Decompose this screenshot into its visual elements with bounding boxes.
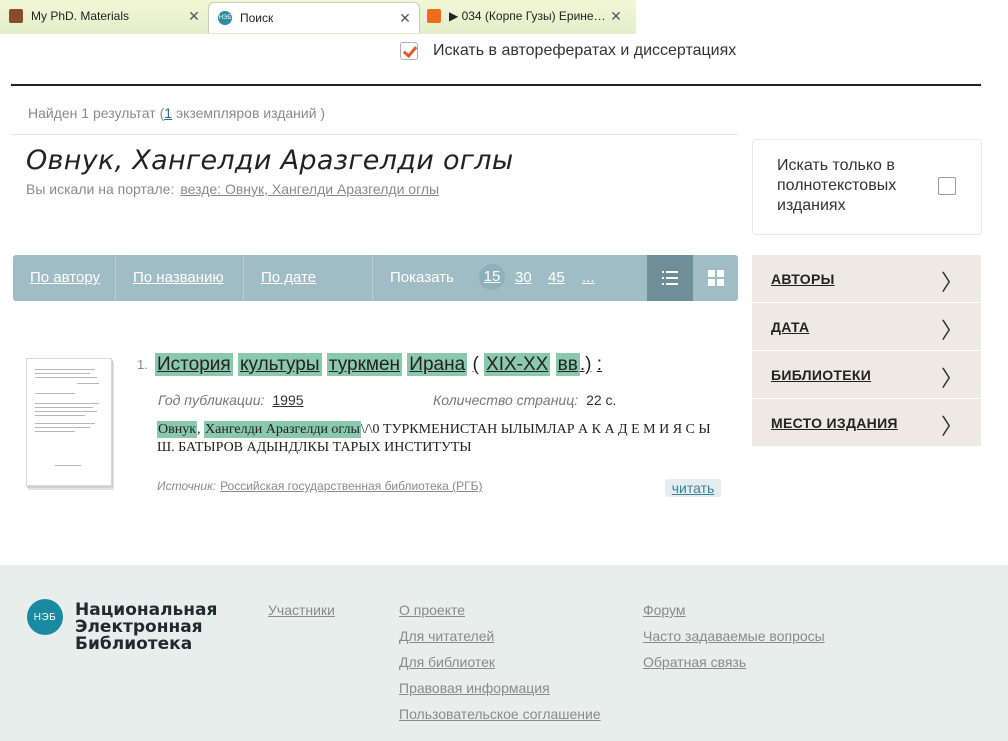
neb-logo-icon[interactable]: НЭБ (27, 599, 63, 635)
page-size-more[interactable]: ... (582, 269, 595, 286)
browser-tab-strip: My PhD. Materials ✕ НЭБ Поиск ✕ ▶ 034 (К… (0, 0, 1008, 34)
footer-link-feedback[interactable]: Обратная связь (643, 654, 825, 671)
browser-tab-phd-materials[interactable]: My PhD. Materials ✕ (0, 3, 208, 29)
searched-label: Вы искали на портале: (26, 181, 175, 197)
page-size-15[interactable]: 15 (479, 264, 505, 290)
tab-label: Поиск (240, 11, 274, 25)
year-label: Год публикации: (158, 392, 265, 408)
chevron-right-icon: 〉 (940, 271, 963, 296)
facet-label[interactable]: БИБЛИОТЕКИ (771, 367, 871, 383)
pages-value: 22 с. (586, 392, 617, 408)
author-highlight: Хангелди Аразгелди оглы (204, 421, 361, 438)
result-source: Источник: Российская государственная библ… (157, 479, 483, 493)
results-summary: Найден 1 результат (1 экземпляров издани… (28, 105, 326, 121)
footer-column-2: О проекте Для читателей Для библиотек Пр… (399, 602, 601, 732)
facet-libraries[interactable]: БИБЛИОТЕКИ 〉 (752, 351, 981, 399)
pages-label: Количество страниц: (433, 392, 579, 408)
read-button[interactable]: читать (665, 479, 721, 497)
year-link[interactable]: 1995 (272, 392, 303, 408)
fulltext-filter: Искать только в полнотекстовых изданиях (752, 139, 982, 235)
facet-date[interactable]: ДАТА 〉 (752, 303, 981, 351)
site-footer: НЭБ Национальная Электронная Библиотека … (0, 565, 1008, 741)
browser-tab-search[interactable]: НЭБ Поиск ✕ (208, 2, 420, 33)
footer-link-forum[interactable]: Форум (643, 602, 825, 619)
footer-column-1: Участники (268, 602, 335, 628)
abstracts-checkbox[interactable] (400, 42, 418, 60)
page-size-label: Показать (390, 269, 454, 286)
soundcloud-icon (427, 9, 441, 23)
browser-tab-soundcloud[interactable]: ▶ 034 (Корпе Гузы) Ерине… ✕ (418, 3, 630, 29)
fulltext-label[interactable]: Искать только в полнотекстовых изданиях (777, 156, 927, 216)
grid-view-icon (708, 270, 724, 286)
footer-link-participants[interactable]: Участники (268, 602, 335, 619)
facet-label[interactable]: МЕСТО ИЗДАНИЯ (771, 415, 898, 431)
footer-column-3: Форум Часто задаваемые вопросы Обратная … (643, 602, 825, 680)
facet-label[interactable]: АВТОРЫ (771, 271, 835, 287)
abstracts-option[interactable]: Искать в авторефератах и диссертациях (400, 42, 736, 60)
result-number: 1. (137, 357, 148, 372)
list-view-button[interactable] (647, 255, 693, 301)
page-size-30[interactable]: 30 (515, 269, 532, 286)
chevron-right-icon: 〉 (940, 415, 963, 440)
source-label: Источник: (157, 479, 217, 493)
source-link[interactable]: Российская государственная библиотека (Р… (220, 479, 482, 493)
footer-link-readers[interactable]: Для читателей (399, 628, 601, 645)
footer-link-legal[interactable]: Правовая информация (399, 680, 601, 697)
author-highlight: Овнук (157, 421, 198, 438)
chevron-right-icon: 〉 (940, 319, 963, 344)
page-count: Количество страниц: 22 с. (433, 392, 616, 408)
abstracts-label[interactable]: Искать в авторефератах и диссертациях (433, 42, 736, 60)
page-size-45[interactable]: 45 (548, 269, 565, 286)
publication-year: Год публикации: 1995 (158, 392, 304, 408)
bookmark-icon (9, 9, 23, 23)
close-icon[interactable]: ✕ (397, 10, 413, 27)
divider (243, 255, 244, 301)
sort-by-title[interactable]: По названию (133, 269, 224, 286)
fulltext-checkbox[interactable] (938, 177, 956, 195)
footer-link-libraries[interactable]: Для библиотек (399, 654, 601, 671)
tab-label: My PhD. Materials (31, 9, 130, 23)
divider (11, 84, 981, 86)
searched-info: Вы искали на портале: везде: Овнук, Ханге… (26, 181, 439, 197)
footer-link-about[interactable]: О проекте (399, 602, 601, 619)
footer-link-faq[interactable]: Часто задаваемые вопросы (643, 628, 825, 645)
sort-toolbar: По автору По названию По дате Показать 1… (13, 255, 738, 301)
divider (372, 255, 373, 301)
tab-label: ▶ 034 (Корпе Гузы) Ерине… (449, 9, 606, 23)
facet-label[interactable]: ДАТА (771, 319, 809, 335)
neb-icon: НЭБ (218, 11, 232, 25)
facet-publication-place[interactable]: МЕСТО ИЗДАНИЯ 〉 (752, 399, 981, 447)
grid-view-button[interactable] (693, 255, 738, 301)
site-logo-text[interactable]: Национальная Электронная Библиотека (75, 602, 217, 653)
searched-link[interactable]: везде: Овнук, Хангелди Аразгелди оглы (180, 181, 439, 197)
page-title: Овнук, Хангелди Аразгелди оглы (26, 145, 514, 176)
facet-authors[interactable]: АВТОРЫ 〉 (752, 255, 981, 303)
close-icon[interactable]: ✕ (608, 8, 624, 25)
sort-by-date[interactable]: По дате (261, 269, 316, 286)
result-description: Овнук, Хангелди Аразгелди оглы\/\0 ТУРКМ… (157, 421, 711, 455)
result-title-link[interactable]: История культуры туркмен Ирана ( XIX-XX … (155, 353, 602, 376)
list-view-icon (662, 270, 678, 286)
divider (115, 255, 116, 301)
chevron-right-icon: 〉 (940, 367, 963, 392)
copies-count-link[interactable]: 1 (164, 105, 172, 121)
divider (11, 134, 738, 135)
close-icon[interactable]: ✕ (186, 8, 202, 25)
book-cover-thumbnail[interactable] (26, 358, 112, 486)
footer-link-user-agreement[interactable]: Пользовательское соглашение (399, 706, 601, 723)
sort-by-author[interactable]: По автору (30, 269, 100, 286)
